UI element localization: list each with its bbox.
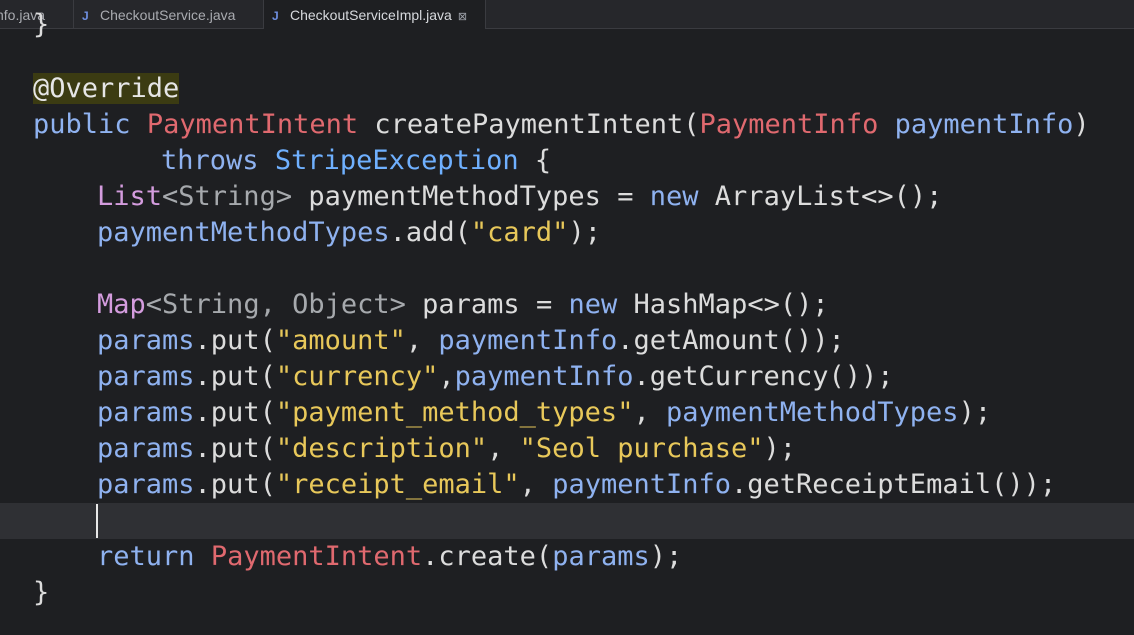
tab-checkout-service-java[interactable]: J CheckoutService.java (74, 0, 264, 28)
editor-tab-bar: nfo.java J CheckoutService.java J Checkout… (0, 0, 1134, 29)
current-line-highlight (0, 503, 1134, 539)
code-line-closing-brace: } (33, 577, 50, 608)
code-line-add-card: paymentMethodTypes.add("card"); (97, 217, 601, 248)
override-annotation: @Override (33, 73, 180, 104)
code-line: } (33, 9, 50, 40)
code-line-method-signature: public PaymentIntent createPaymentIntent… (33, 109, 1090, 140)
java-file-icon: J (272, 9, 279, 23)
code-line-put-payment-method-types: params.put("payment_method_types", payme… (97, 397, 992, 428)
close-tab-icon[interactable]: ⊠ (458, 11, 467, 23)
java-file-icon: J (82, 9, 89, 23)
text-caret (96, 504, 98, 538)
code-line-return: return PaymentIntent.create(params); (97, 541, 683, 572)
tab-label: CheckoutService.java (100, 7, 236, 23)
code-line-put-receipt-email: params.put("receipt_email", paymentInfo.… (97, 469, 1057, 500)
code-line-put-description: params.put("description", "Seol purchase… (97, 433, 797, 464)
code-line-put-currency: params.put("currency",paymentInfo.getCur… (97, 361, 894, 392)
tab-label: CheckoutServiceImpl.java (290, 7, 452, 23)
code-line-list-decl: List<String> paymentMethodTypes = new Ar… (97, 181, 943, 212)
code-line-map-decl: Map<String, Object> params = new HashMap… (97, 289, 829, 320)
code-line-annotation: @Override (33, 71, 180, 107)
code-line-throws: throws StripeException { (161, 145, 552, 176)
tab-checkout-service-impl-java[interactable]: J CheckoutServiceImpl.java ⊠ (264, 0, 486, 29)
code-editor[interactable]: } @Override public PaymentIntent createP… (0, 9, 1134, 635)
code-line-put-amount: params.put("amount", paymentInfo.getAmou… (97, 325, 845, 356)
